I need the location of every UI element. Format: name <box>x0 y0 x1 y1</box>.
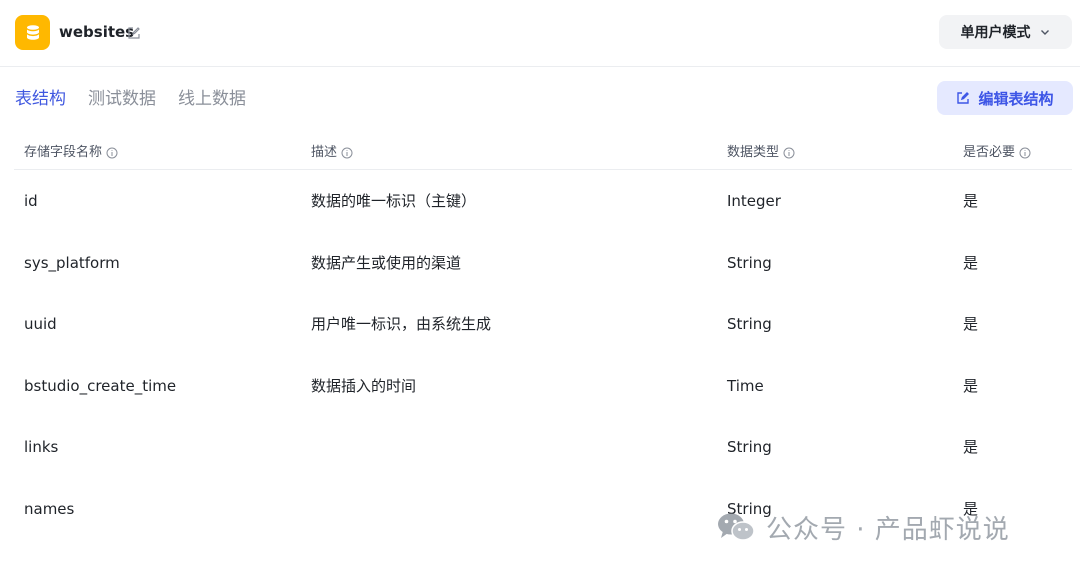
column-header-data-type: 数据类型 <box>727 145 795 161</box>
field-name-cell: sys_platform <box>24 253 120 272</box>
tab-table-structure[interactable]: 表结构 <box>15 87 66 111</box>
info-icon[interactable] <box>341 147 353 159</box>
tab-online-data[interactable]: 线上数据 <box>178 87 246 111</box>
data-type-cell: Integer <box>727 192 781 210</box>
field-name-cell: uuid <box>24 315 57 334</box>
table-row: uuid 用户唯一标识，由系统生成 String 是 <box>14 293 1072 355</box>
table-row: id 数据的唯一标识（主键） Integer 是 <box>14 170 1072 232</box>
watermark-text: 公众号 · 产品虾说说 <box>766 514 1010 545</box>
description-cell: 数据插入的时间 <box>311 376 417 395</box>
field-name-cell: names <box>24 499 75 518</box>
table-header: 存储字段名称 描述 数据类型 是否必要 <box>14 136 1072 170</box>
chevron-down-icon <box>1040 30 1049 35</box>
wechat-icon <box>718 513 755 541</box>
info-icon[interactable] <box>1019 147 1031 159</box>
table-row: sys_platform 数据产生或使用的渠道 String 是 <box>14 232 1072 294</box>
required-cell: 是 <box>963 192 979 210</box>
data-type-cell: String <box>727 315 772 334</box>
required-cell: 是 <box>963 253 979 272</box>
field-name-cell: bstudio_create_time <box>24 376 177 395</box>
edit-schema-label: 编辑表结构 <box>978 89 1054 108</box>
column-header-field-name: 存储字段名称 <box>24 145 118 161</box>
table-row: bstudio_create_time 数据插入的时间 Time 是 <box>14 355 1072 417</box>
edit-icon <box>957 92 970 104</box>
description-cell: 数据产生或使用的渠道 <box>311 253 462 272</box>
page-title: websites <box>59 23 135 41</box>
edit-schema-button[interactable]: 编辑表结构 <box>937 81 1073 115</box>
tab-bar: 表结构 测试数据 线上数据 <box>15 87 246 111</box>
tab-test-data[interactable]: 测试数据 <box>88 87 156 111</box>
data-type-cell: String <box>727 438 772 457</box>
mode-label: 单用户模式 <box>960 25 1031 41</box>
top-header: websites 单用户模式 <box>0 0 1080 67</box>
data-type-cell: Time <box>727 376 764 395</box>
description-cell: 用户唯一标识，由系统生成 <box>311 315 492 334</box>
description-cell: 数据的唯一标识（主键） <box>311 192 477 210</box>
info-icon[interactable] <box>106 147 118 159</box>
data-type-cell: String <box>727 253 772 272</box>
table-row: links String 是 <box>14 416 1072 478</box>
edit-icon[interactable] <box>127 25 141 39</box>
column-header-description: 描述 <box>311 145 353 161</box>
mode-dropdown[interactable]: 单用户模式 <box>939 15 1072 49</box>
field-name-cell: id <box>24 192 38 210</box>
column-header-required: 是否必要 <box>963 145 1031 161</box>
info-icon[interactable] <box>783 147 795 159</box>
required-cell: 是 <box>963 376 979 395</box>
required-cell: 是 <box>963 438 979 457</box>
schema-table: 存储字段名称 描述 数据类型 是否必要 id 数据的唯一标识（主键） Integ… <box>14 136 1072 540</box>
watermark: 公众号 · 产品虾说说 <box>716 509 1010 545</box>
database-icon <box>15 15 50 50</box>
field-name-cell: links <box>24 438 59 457</box>
required-cell: 是 <box>963 315 979 334</box>
